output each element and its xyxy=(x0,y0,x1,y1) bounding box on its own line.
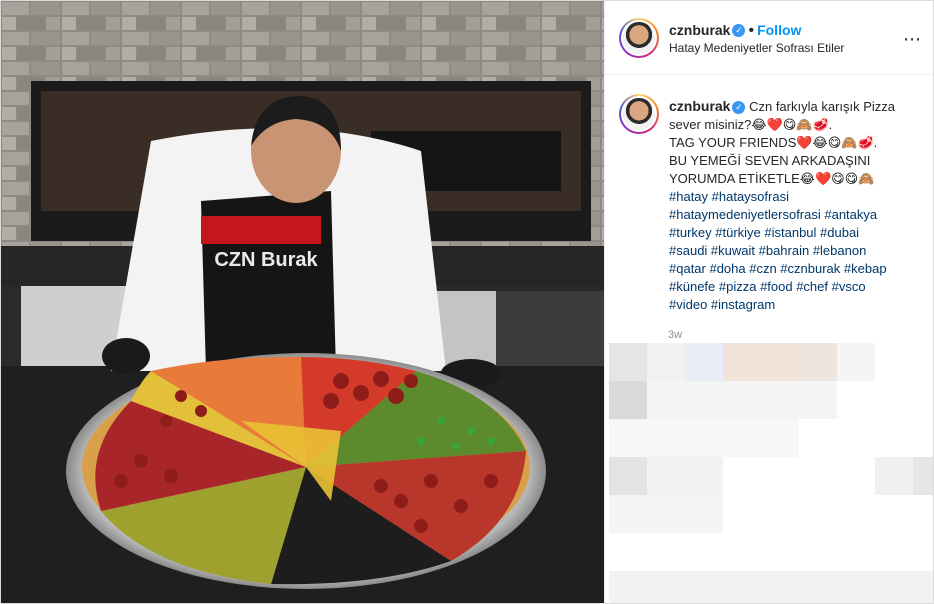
caption: cznburak ✓ Czn farkıyla karışık Pizza sev… xyxy=(669,97,917,314)
video-frame: CZN Burak xyxy=(1,1,604,603)
apron-text: CZN Burak xyxy=(214,249,318,271)
post-timestamp[interactable]: 3w xyxy=(668,329,682,341)
separator-dot: • xyxy=(748,22,755,39)
caption-line: TAG YOUR FRIENDS❤️😂😋🙈🥩. xyxy=(669,135,878,150)
hashtag-line[interactable]: #künefe #pizza #food #chef #vsco xyxy=(669,278,917,296)
hashtag-line[interactable]: #saudi #kuwait #bahrain #lebanon xyxy=(669,242,917,260)
hashtag-line[interactable]: #video #instagram xyxy=(669,296,917,314)
hashtag-line[interactable]: #turkey #türkiye #istanbul #dubai xyxy=(669,224,917,242)
caption-line: YORUMDA ETİKETLE😂❤️😋😋🙈 xyxy=(669,171,875,186)
avatar[interactable] xyxy=(619,18,659,58)
caption-verified-icon: ✓ xyxy=(732,101,746,115)
caption-line: sever misiniz?😂❤️😋🙈🥩. xyxy=(669,117,833,132)
instagram-post: CZN Burak cznburak ✓ • Follow Hatay Mede… xyxy=(0,0,934,604)
caption-line: BU YEMEĞİ SEVEN ARKADAŞINI xyxy=(669,153,871,168)
post-header: cznburak ✓ • Follow Hatay Medeniyetler Sofr… xyxy=(605,1,933,75)
verified-badge-icon: ✓ xyxy=(732,24,746,38)
caption-username[interactable]: cznburak xyxy=(669,98,730,114)
location-link[interactable]: Hatay Medeniyetler Sofrası Etiler xyxy=(669,41,844,55)
hashtag-line[interactable]: #qatar #doha #czn #cznburak #kebap xyxy=(669,260,917,278)
caption-avatar[interactable] xyxy=(619,94,659,134)
hashtags[interactable]: #hatay #hataysofrasi #hataymedeniyetlers… xyxy=(669,188,917,314)
more-options-icon[interactable]: ⋯ xyxy=(903,29,922,50)
follow-button[interactable]: Follow xyxy=(757,22,801,38)
caption-line: Czn farkıyla karışık Pizza xyxy=(749,99,896,114)
post-video[interactable]: CZN Burak xyxy=(1,1,604,603)
hashtag-line[interactable]: #hatay #hataysofrasi xyxy=(669,188,917,206)
hashtag-line[interactable]: #hataymedeniyetlersofrasi #antakya xyxy=(669,206,917,224)
username[interactable]: cznburak xyxy=(669,22,730,38)
